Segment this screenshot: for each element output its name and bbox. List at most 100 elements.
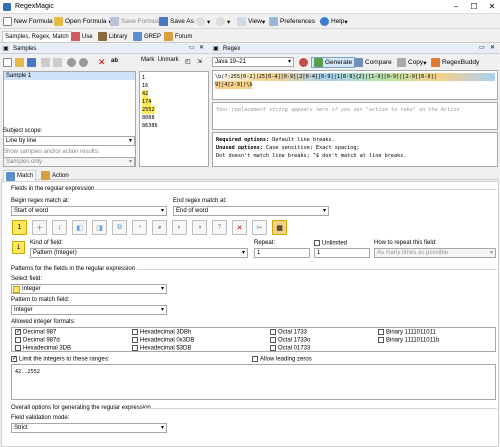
kind-select[interactable]: Pattern (Integer) [30,248,248,258]
undo-icon [196,17,205,26]
text-format-icon[interactable]: ab [111,58,118,64]
maximize-icon[interactable]: ☐ [466,1,482,13]
limit-ranges-checkbox[interactable]: Limit the integers to these ranges: [11,355,109,363]
main-toolbar: New Formula Open Formula▾ Save Formula S… [0,14,500,29]
preferences-button[interactable]: Preferences [269,16,315,27]
field-up-icon[interactable]: ◔ [132,220,147,235]
minimize-icon[interactable]: – [448,1,464,13]
insert-field-icon[interactable]: ↓ [52,220,67,235]
format-checkbox[interactable]: Decimal 987 [15,328,56,336]
repeat-input[interactable]: 1 [254,248,310,258]
regex-panel-close-icon[interactable]: ✕ [490,44,495,51]
tab-forum[interactable]: Forum [162,31,194,42]
panel-float-icon[interactable]: ▭ [189,44,195,51]
move-up-icon[interactable] [67,58,76,67]
sample-text-area[interactable]: 1 16 42 174 2552 8088 86386 [139,71,209,167]
open-formula-button[interactable]: Open Formula▾ [54,16,112,27]
sample-wrap-icon[interactable]: ⇲ [197,58,202,65]
sample-icon-5[interactable] [53,58,62,67]
field-before-icon[interactable]: ◧ [72,220,87,235]
field-color-swatch [13,286,20,293]
delete-sample-icon[interactable]: ✕ [98,57,106,68]
view-menu-button[interactable]: View ▾ [237,16,265,27]
close-icon[interactable]: ✕ [484,1,500,13]
panel-close-icon[interactable]: ✕ [199,44,204,51]
regex-text-area[interactable]: \b(?:255[0-2]|25[0-4][0-9]|2[0-4][0-9]|1… [212,70,498,100]
sample-icon-4[interactable] [41,58,50,67]
save-as-button[interactable]: Save As [159,16,194,27]
fields-header: Fields in the regular expression [11,186,95,192]
how-repeat-select[interactable]: As many times as possible [374,248,496,258]
unused-options-value: Case sensitive; Exact spacing; [265,145,360,151]
format-checkbox[interactable]: Decimal 987d [15,337,60,344]
format-check-icon [15,345,21,351]
flavor-select[interactable]: Java 19–21 [212,57,294,67]
preferences-icon [269,17,278,26]
field-1-button[interactable]: 1 [12,220,27,235]
format-checkbox[interactable]: Hexadecimal $3DB [132,345,191,352]
delete-field-icon[interactable]: ✕ [232,220,247,235]
validation-select[interactable]: Strict [11,423,167,433]
tab-library[interactable]: Library [96,31,129,42]
generate-button[interactable]: Generate [311,57,356,68]
show-results-select[interactable]: Samples only [3,157,135,167]
begin-select[interactable]: Start of word [11,206,167,216]
unlimited-input[interactable]: 1 [314,248,370,258]
patterns-header: Patterns for the fields in the regular e… [11,266,136,272]
list-item[interactable]: Sample 1 [4,72,135,80]
move-down-icon[interactable] [79,58,88,67]
format-checkbox[interactable]: Octal 1733 [270,329,307,336]
repeat-label: Repeat: [254,240,276,246]
format-checkbox[interactable]: Hexadecimal 0x3DB [132,337,194,344]
new-formula-button[interactable]: New Formula [3,16,53,27]
unlimited-checkbox[interactable]: Unlimited [314,240,347,247]
clear-fields-icon[interactable]: ✂ [252,220,267,235]
compare-button[interactable]: Compare [354,57,392,68]
sample-extra-icon[interactable]: ◰ [185,58,191,65]
replacement-area[interactable]: Your replacement string appears here if … [212,102,498,130]
new-sample-icon[interactable] [3,58,12,67]
tab-use[interactable]: Use [69,31,95,42]
sample-line: 42 [142,90,149,98]
format-checkbox[interactable]: Octal 01733 [270,345,310,352]
tab-grep[interactable]: GREP [131,31,163,42]
tab-samples-regex-match[interactable]: Samples, Regex, Match [2,31,72,42]
regexbuddy-button[interactable]: RegexBuddy [431,57,479,68]
format-checkbox[interactable]: Hexadecimal 3DBh [132,329,191,336]
select-field-select[interactable]: Integer [11,284,167,294]
save-formula-button[interactable]: Save Formula [110,16,161,27]
end-select[interactable]: End of word [173,206,329,216]
field-group-icon[interactable]: ▦ [272,220,287,235]
undo-button[interactable]: ▾ [196,16,210,27]
range-textarea[interactable]: 42..2552 [11,364,496,400]
field-down-icon[interactable]: ◕ [152,220,167,235]
leading-zeros-checkbox[interactable]: Allow leading zeros [252,356,312,363]
field-after-icon[interactable]: ◨ [92,220,107,235]
format-label: Octal 1733 [278,329,308,336]
save-sample-icon[interactable] [27,58,36,67]
tab-match[interactable]: Match [3,170,37,181]
pattern-select[interactable]: Integer [11,305,167,315]
format-checkbox[interactable]: Octal 1733o [270,337,310,344]
field-left-icon[interactable]: ◐ [172,220,187,235]
unmark-button[interactable]: Unmark [158,57,179,63]
format-checkbox[interactable]: Binary 1111011011b [378,337,439,344]
open-sample-icon[interactable] [15,58,24,67]
field-copy-icon[interactable]: ⧉ [112,220,127,235]
subject-scope-select[interactable]: Line by line [3,136,135,146]
copy-button[interactable]: Copy ▾ [397,57,426,68]
samples-header: Samples [1,44,209,54]
format-checkbox[interactable]: Hexadecimal 3DB [15,345,71,352]
redo-button[interactable]: ▾ [216,16,230,27]
regex-tool-icon-1[interactable] [299,58,308,67]
help-button[interactable]: Help ▾ [320,16,348,27]
mark-button[interactable]: Mark [141,57,154,63]
add-field-icon[interactable]: ＋ [32,220,47,235]
title-bar: RegexMagic – ☐ ✕ [0,0,500,14]
field-help-icon[interactable]: ? [212,220,227,235]
field-right-icon[interactable]: ◑ [192,220,207,235]
tab-action[interactable]: Action [39,170,71,181]
format-checkbox[interactable]: Binary 1111011011 [378,329,436,336]
regex-panel-float-icon[interactable]: ▭ [479,44,485,51]
match-tab-icon [6,171,15,181]
